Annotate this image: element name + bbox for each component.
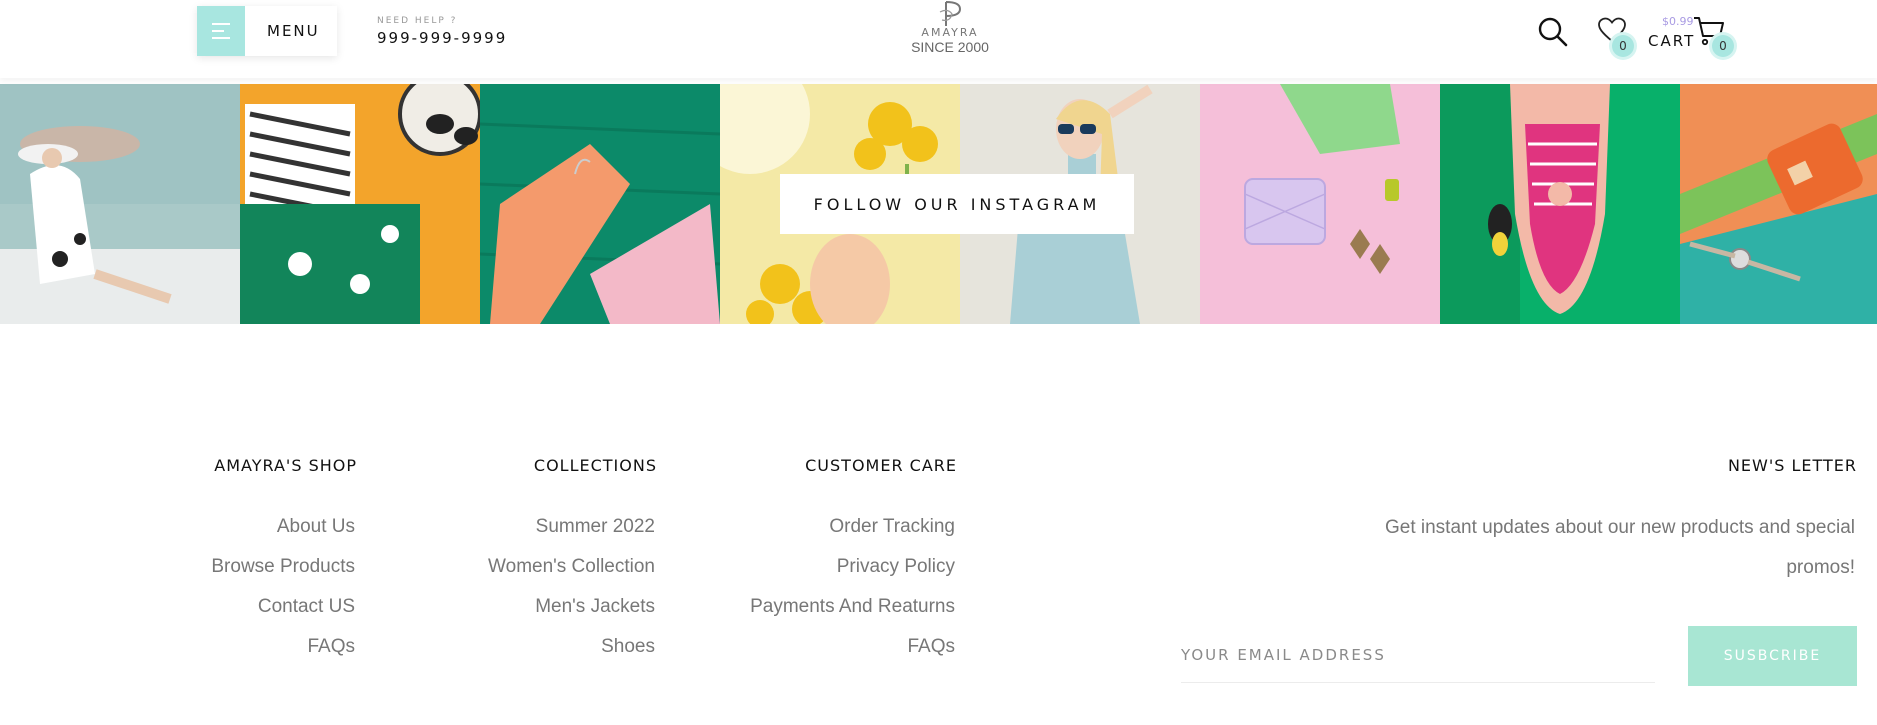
search-icon[interactable] — [1537, 16, 1569, 52]
footer-customer-care-heading: CUSTOMER CARE — [805, 456, 957, 475]
wishlist-count-badge: 0 — [1612, 35, 1634, 57]
cart-count-badge: 0 — [1712, 35, 1734, 57]
footer-link-browse[interactable]: Browse Products — [211, 556, 355, 578]
instagram-photo[interactable] — [0, 84, 240, 324]
follow-instagram-button[interactable]: FOLLOW OUR INSTAGRAM — [780, 174, 1134, 234]
footer-link-summer[interactable]: Summer 2022 — [536, 516, 655, 538]
instagram-photo[interactable] — [1200, 84, 1440, 324]
instagram-photo[interactable] — [480, 84, 720, 324]
footer-link-faqs[interactable]: FAQs — [307, 636, 355, 658]
site-header: MENU NEED HELP ? 999-999-9999 AMAYRA SIN… — [0, 0, 1877, 78]
help-label: NEED HELP ? — [377, 16, 458, 26]
newsletter-email-input[interactable] — [1181, 628, 1655, 683]
footer-link-order-tracking[interactable]: Order Tracking — [829, 516, 955, 538]
cart-price: $0.99 — [1662, 15, 1694, 28]
footer-shop-heading: AMAYRA'S SHOP — [214, 456, 357, 475]
instagram-photo[interactable] — [240, 84, 480, 324]
footer-link-payments[interactable]: Payments And Reaturns — [750, 596, 955, 618]
footer-link-womens[interactable]: Women's Collection — [488, 556, 655, 578]
footer-link-shoes[interactable]: Shoes — [601, 636, 655, 658]
logo-since: SINCE 2000 — [911, 39, 989, 55]
menu-button[interactable]: MENU — [197, 6, 337, 56]
instagram-photo[interactable] — [1440, 84, 1680, 324]
footer-link-contact[interactable]: Contact US — [258, 596, 355, 618]
footer-collections-heading: COLLECTIONS — [533, 456, 657, 475]
instagram-photo[interactable] — [1680, 84, 1877, 324]
newsletter-description: Get instant updates about our new produc… — [1384, 517, 1855, 578]
help-contact: NEED HELP ? 999-999-9999 — [377, 16, 507, 47]
hamburger-icon — [197, 6, 245, 56]
cart-label[interactable]: CART — [1648, 32, 1695, 50]
logo-monogram-icon — [939, 1, 962, 26]
subscribe-button[interactable]: SUSBCRIBE — [1688, 626, 1857, 686]
footer-link-mens-jackets[interactable]: Men's Jackets — [535, 596, 655, 618]
help-phone[interactable]: 999-999-9999 — [377, 29, 507, 47]
footer-newsletter-heading: NEW'S LETTER — [1727, 456, 1857, 475]
site-logo[interactable]: AMAYRA SINCE 2000 — [905, 0, 995, 74]
footer-link-privacy[interactable]: Privacy Policy — [837, 556, 955, 578]
logo-name: AMAYRA — [921, 26, 979, 39]
menu-label: MENU — [267, 22, 320, 40]
footer-link-care-faqs[interactable]: FAQs — [907, 636, 955, 658]
footer-link-about[interactable]: About Us — [277, 516, 355, 538]
